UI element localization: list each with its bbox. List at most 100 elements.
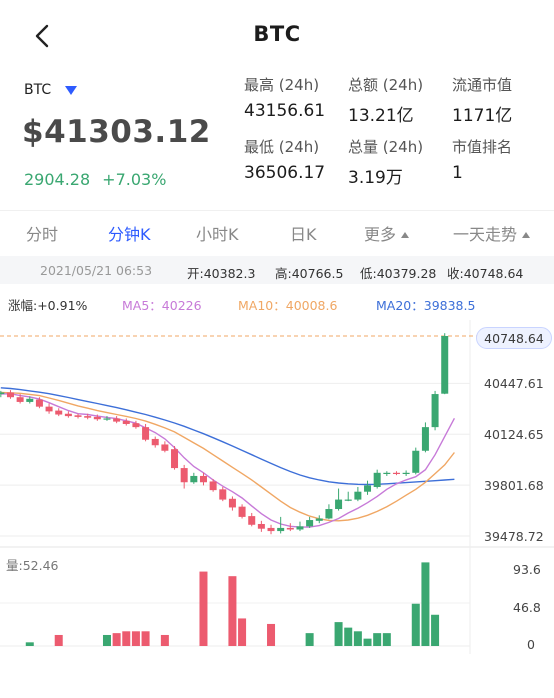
candle-body (93, 416, 101, 420)
volume-bar (131, 631, 140, 646)
candle-body (190, 475, 198, 483)
tab-label: 一天走势 (453, 225, 518, 244)
volume-axis-label: 0 (527, 637, 535, 652)
high-value: 高:40766.5 (275, 266, 344, 281)
candle-body (122, 420, 130, 424)
volume-bar (122, 631, 131, 646)
volume-axis-label: 46.8 (513, 600, 541, 615)
stat-label: 总额 (24h) (348, 76, 424, 94)
symbol-label: BTC (24, 82, 52, 98)
volume-bar (382, 633, 391, 646)
stat-value: 1 (452, 163, 463, 183)
candle-body (335, 499, 343, 510)
candle-body (35, 399, 43, 407)
volume-bar (54, 634, 63, 646)
volume-bar (373, 633, 382, 646)
volume-label: 量:52.46 (6, 558, 59, 573)
candle-body (209, 481, 217, 491)
symbol-selector[interactable]: BTC (24, 82, 78, 98)
candle-body (344, 499, 352, 501)
change-percent: +7.03% (102, 170, 167, 189)
low-value: 低:40379.28 (360, 266, 437, 281)
candle-body (325, 509, 333, 519)
stat-label: 流通市值 (452, 76, 513, 94)
candle-body (441, 336, 449, 394)
top-nav: BTC (0, 0, 554, 70)
ohlc-info-bar: 2021/05/21 06:53 开:40382.3 高:40766.5 低:4… (0, 256, 554, 284)
last-price-tag: 40748.64 (476, 327, 552, 349)
volume-bar (411, 603, 420, 646)
volume-bar (160, 634, 169, 646)
tab-more[interactable]: 更多 (364, 221, 410, 245)
price-change: 2904.28 +7.03% (24, 170, 166, 189)
volume-bar (228, 576, 237, 646)
stat-value: 43156.61 (244, 101, 326, 121)
candle-body (257, 523, 265, 529)
change-rate-text: 涨幅:+0.91% (8, 298, 88, 313)
price-axis-label: 39801.68 (484, 478, 544, 493)
close-value: 收:40748.64 (447, 266, 524, 281)
stat-low-24h: 最低 (24h) 36506.17 (244, 136, 354, 183)
stat-high-24h: 最高 (24h) 43156.61 (244, 74, 354, 121)
candle-body (421, 427, 429, 451)
stat-amount-24h: 总额 (24h) 13.21亿 (348, 74, 458, 126)
candle-body (161, 444, 169, 451)
candle-body (74, 415, 82, 417)
change-rate: 涨幅:+0.91% (8, 295, 87, 314)
candle-body (103, 418, 111, 420)
candle-body (171, 449, 179, 469)
candle-body (219, 489, 227, 500)
candle-body (64, 413, 72, 417)
stat-value: 13.21亿 (348, 106, 414, 126)
volume-bar (431, 614, 440, 646)
candle-body (402, 472, 410, 475)
volume-bar (363, 638, 372, 646)
tab-day-k[interactable]: 日K (290, 221, 317, 245)
candle-body (0, 392, 5, 395)
stat-value: 36506.17 (244, 163, 326, 183)
stat-value: 1171亿 (452, 106, 513, 126)
candle-body (151, 438, 159, 446)
current-price: $41303.12 (22, 114, 211, 150)
candle-body (373, 472, 381, 487)
caret-up-icon (401, 231, 410, 238)
tab-one-day-trend[interactable]: 一天走势 (453, 221, 531, 245)
kline-chart[interactable] (0, 320, 554, 698)
volume-bar (112, 633, 121, 646)
tab-label: 更多 (364, 225, 397, 244)
candle-body (267, 527, 275, 532)
candle-body (238, 506, 246, 517)
candle-body (431, 394, 439, 428)
candle-body (84, 416, 92, 418)
volume-bar (25, 642, 34, 646)
candle-body (113, 418, 121, 422)
volume-bar (344, 627, 353, 646)
candle-body (315, 518, 323, 521)
ma-legend: 涨幅:+0.91% MA5：40226 MA10：40008.6 MA20：39… (0, 290, 554, 316)
candle-body (306, 520, 314, 527)
stat-label: 市值排名 (452, 138, 513, 156)
stat-volume-24h: 总量 (24h) 3.19万 (348, 136, 458, 188)
caret-up-icon (522, 231, 531, 238)
candle-body (132, 423, 140, 428)
candle-body (55, 410, 63, 415)
tab-label: 分时 (26, 225, 59, 244)
tab-hour-k[interactable]: 小时K (196, 221, 239, 245)
candle-body (286, 527, 294, 530)
stat-label: 总量 (24h) (348, 138, 424, 156)
tab-time-share[interactable]: 分时 (26, 221, 58, 245)
stat-market-cap: 流通市值 1171亿 (452, 74, 554, 126)
candle-body (296, 526, 304, 530)
stat-label: 最高 (24h) (244, 76, 320, 94)
tab-minute-k[interactable]: 分钟K (108, 221, 151, 245)
tab-label: 日K (290, 225, 317, 244)
candle-body (6, 392, 14, 398)
candle-body (199, 475, 207, 483)
candle-body (364, 485, 372, 492)
ma10-legend: MA10：40008.6 (238, 298, 338, 313)
candle-body (45, 406, 53, 412)
price-axis-label: 40124.65 (484, 427, 544, 442)
candle-body (248, 516, 256, 525)
price-axis-label: 40447.61 (484, 376, 544, 391)
candle-date: 2021/05/21 06:53 (40, 263, 153, 278)
